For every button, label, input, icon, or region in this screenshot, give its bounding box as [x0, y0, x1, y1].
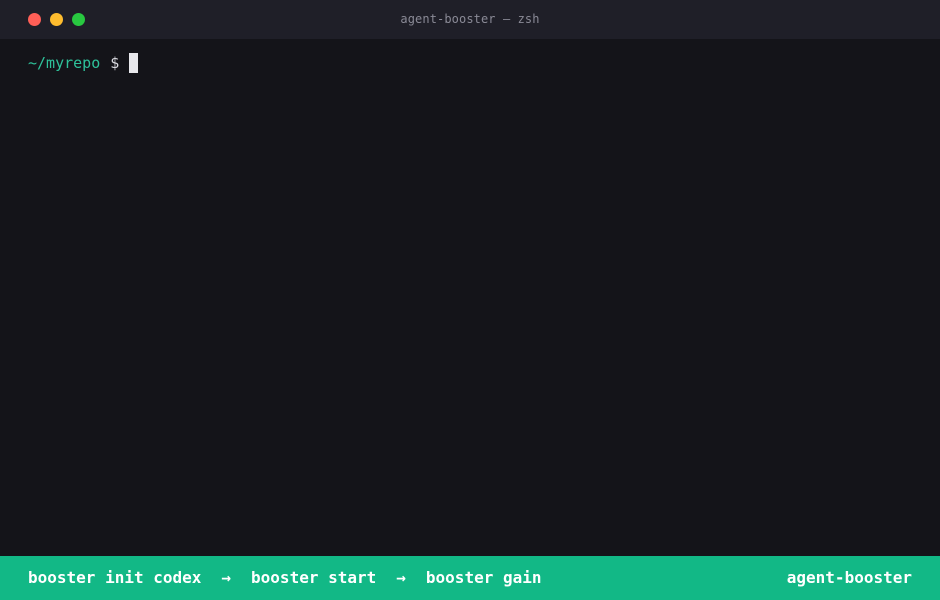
window-title: agent-booster — zsh [400, 12, 540, 26]
arrow-icon: → [396, 568, 406, 587]
terminal-window: agent-booster — zsh ~/myrepo $ booster i… [0, 0, 940, 600]
arrow-icon: → [221, 568, 232, 587]
title-bar[interactable]: agent-booster — zsh [0, 0, 940, 39]
prompt-line: ~/myrepo $ [28, 53, 139, 73]
step-init: booster init codex [28, 568, 202, 587]
step-gain: booster gain [425, 568, 542, 587]
step-start: booster start [251, 568, 377, 587]
text-cursor[interactable] [129, 53, 139, 73]
brand-label: agent-booster [786, 568, 912, 587]
prompt-cwd: ~/myrepo [28, 54, 101, 72]
status-bar: booster init codex → booster start → boo… [0, 556, 940, 600]
terminal-area[interactable]: ~/myrepo $ [0, 39, 940, 556]
command-steps: booster init codex → booster start → boo… [28, 568, 542, 587]
prompt-symbol: $ [110, 54, 120, 72]
